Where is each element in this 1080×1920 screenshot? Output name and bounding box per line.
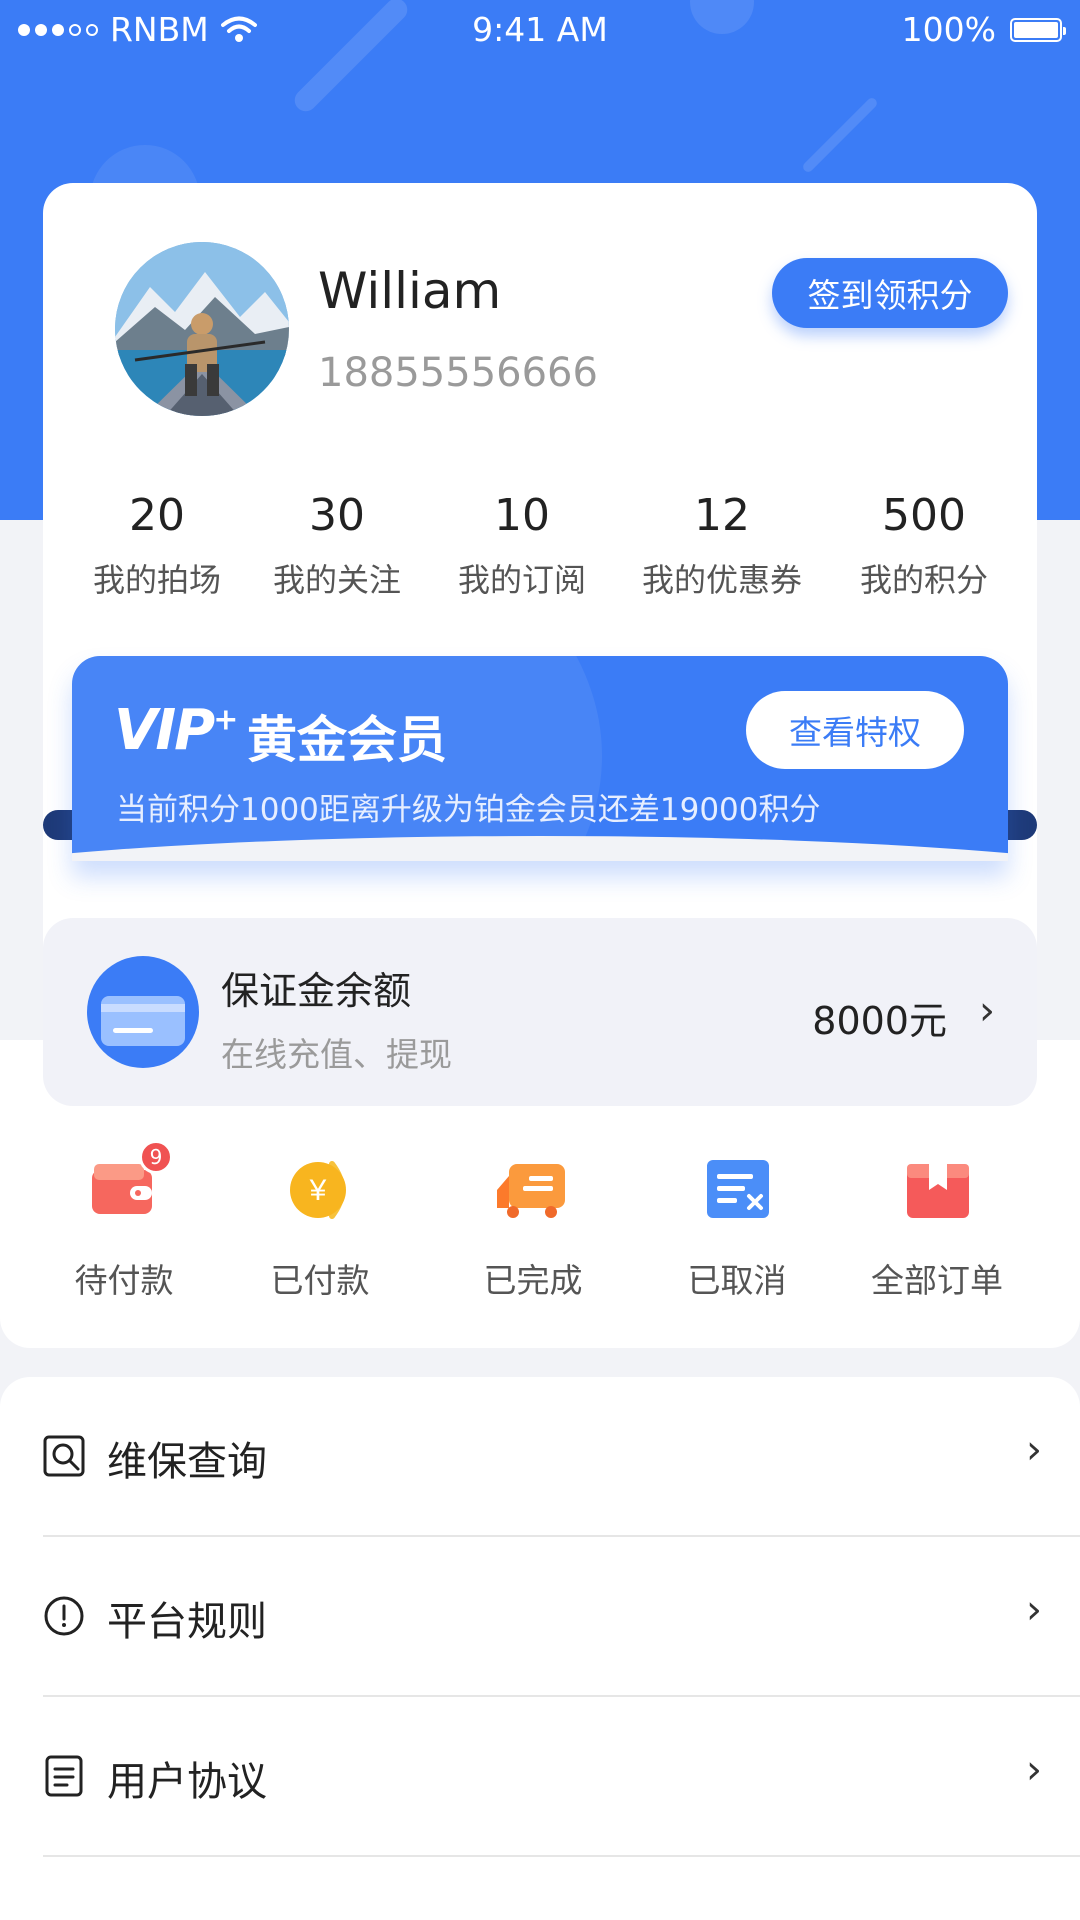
stat-label: 我的拍场 bbox=[92, 561, 221, 599]
order-pending-payment[interactable]: 9 待付款 bbox=[24, 1140, 224, 1302]
avatar[interactable] bbox=[115, 242, 289, 416]
order-cancelled[interactable]: 已取消 bbox=[637, 1150, 837, 1302]
menu-item-platform-rules[interactable]: 平台规则 › bbox=[43, 1537, 1080, 1697]
order-label: 已付款 bbox=[270, 1261, 370, 1300]
menu-label: 用户协议 bbox=[107, 1759, 267, 1805]
stats-row: 20 我的拍场 30 我的关注 10 我的订阅 12 我的优惠券 500 我的积… bbox=[43, 490, 1037, 610]
menu-label: 平台规则 bbox=[107, 1599, 267, 1645]
view-privileges-button[interactable]: 查看特权 bbox=[746, 691, 964, 769]
stat-follows[interactable]: 30 我的关注 bbox=[237, 490, 437, 601]
chevron-right-icon: › bbox=[979, 988, 995, 1034]
document-icon bbox=[45, 1755, 83, 1797]
deposit-title: 保证金余额 bbox=[221, 969, 412, 1013]
deposit-balance-card[interactable]: 保证金余额 在线充值、提现 8000元 › bbox=[43, 918, 1037, 1106]
stat-auctions[interactable]: 20 我的拍场 bbox=[57, 490, 257, 601]
order-completed[interactable]: 已完成 bbox=[433, 1150, 633, 1302]
info-icon bbox=[44, 1596, 84, 1636]
battery-percent: 100% bbox=[901, 10, 996, 49]
battery-icon bbox=[1010, 17, 1066, 42]
vip-card[interactable]: VIP+ 黄金会员 查看特权 当前积分1000距离升级为铂金会员还差19000积… bbox=[72, 656, 1008, 861]
username: William bbox=[318, 262, 502, 320]
notification-badge: 9 bbox=[139, 1140, 173, 1174]
stat-label: 我的积分 bbox=[859, 561, 988, 599]
stat-value: 30 bbox=[309, 490, 365, 541]
wallet-icon: 9 bbox=[84, 1140, 173, 1230]
box-icon bbox=[897, 1150, 977, 1230]
delivery-truck-icon bbox=[493, 1150, 573, 1230]
stat-label: 我的优惠券 bbox=[641, 561, 802, 599]
cancel-doc-icon bbox=[697, 1150, 777, 1230]
menu-label: 维保查询 bbox=[107, 1439, 267, 1485]
menu-item-maintenance-query[interactable]: 维保查询 › bbox=[43, 1377, 1080, 1537]
vip-level-title: 黄金会员 bbox=[247, 711, 447, 769]
stat-coupons[interactable]: 12 我的优惠券 bbox=[622, 490, 822, 601]
bank-card-icon bbox=[87, 956, 199, 1068]
stat-value: 500 bbox=[882, 490, 966, 541]
phone-number: 18855556666 bbox=[318, 350, 598, 396]
order-all[interactable]: 全部订单 bbox=[837, 1150, 1037, 1302]
order-label: 已取消 bbox=[687, 1261, 787, 1300]
stat-value: 12 bbox=[694, 490, 750, 541]
menu-item-user-agreement[interactable]: 用户协议 › bbox=[43, 1697, 1080, 1857]
svg-text:¥: ¥ bbox=[309, 1174, 327, 1207]
signin-points-button[interactable]: 签到领积分 bbox=[772, 258, 1008, 328]
stat-subscriptions[interactable]: 10 我的订阅 bbox=[422, 490, 622, 601]
order-shortcuts: 9 待付款 ¥ 已付款 已完成 已取消 全部订单 bbox=[0, 1140, 1080, 1302]
order-label: 已完成 bbox=[483, 1261, 583, 1300]
stat-value: 20 bbox=[129, 490, 185, 541]
deposit-amount: 8000元 bbox=[812, 999, 947, 1043]
order-label: 待付款 bbox=[74, 1261, 174, 1300]
stat-label: 我的订阅 bbox=[457, 561, 586, 599]
stat-points[interactable]: 500 我的积分 bbox=[824, 490, 1024, 601]
chevron-right-icon: › bbox=[1026, 1427, 1042, 1473]
stat-label: 我的关注 bbox=[272, 561, 401, 599]
vip-progress-text: 当前积分1000距离升级为铂金会员还差19000积分 bbox=[116, 792, 821, 828]
deposit-subtitle: 在线充值、提现 bbox=[221, 1035, 452, 1074]
search-doc-icon bbox=[43, 1435, 85, 1477]
order-label: 全部订单 bbox=[871, 1261, 1003, 1300]
order-paid[interactable]: ¥ 已付款 bbox=[220, 1150, 420, 1302]
settings-menu: 维保查询 › 平台规则 › 用户协议 › bbox=[0, 1377, 1080, 1920]
stat-value: 10 bbox=[494, 490, 550, 541]
status-bar: RNBM 9:41 AM 100% bbox=[0, 0, 1080, 60]
chevron-right-icon: › bbox=[1026, 1747, 1042, 1793]
chevron-right-icon: › bbox=[1026, 1587, 1042, 1633]
vip-logo: VIP+ bbox=[114, 698, 238, 763]
yen-coin-icon: ¥ bbox=[280, 1150, 360, 1230]
